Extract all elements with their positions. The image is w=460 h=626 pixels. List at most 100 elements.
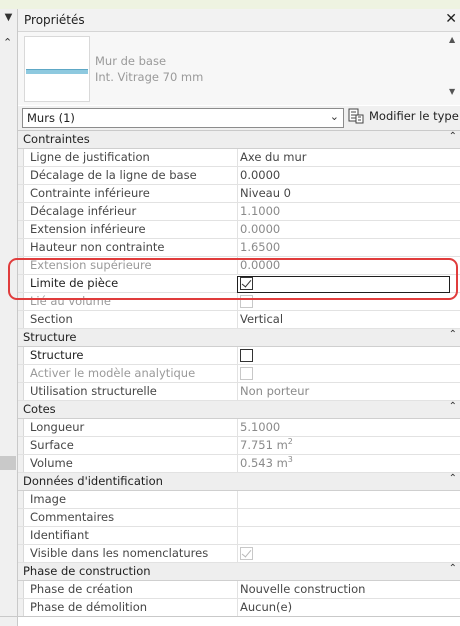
volume-value: 0.543 m [240,456,288,470]
group-title: Cotes [23,402,56,416]
structural-checkbox[interactable] [240,349,253,362]
edit-type-button[interactable]: Modifier le type [348,107,459,127]
property-row: Identifiant [18,527,460,545]
analytical-model-checkbox [240,367,253,380]
unit-exponent: 2 [287,437,293,446]
property-name: Section [30,312,73,326]
scroll-down-icon[interactable]: ▼ [449,87,455,96]
property-name: Structure [30,348,84,362]
property-name: Ligne de justification [30,150,150,164]
property-name: Commentaires [30,510,115,524]
property-value[interactable]: Vertical [240,312,283,326]
schedule-visible-checkbox [240,547,253,560]
edit-type-label: Modifier le type [369,109,459,123]
property-name: Activer le modèle analytique [30,366,196,380]
instance-filter-value: Murs (1) [27,111,75,125]
highlight-annotation [8,258,458,300]
property-row: Activer le modèle analytique [18,365,460,383]
bottom-divider [0,616,460,617]
property-name: Décalage inférieur [30,204,137,218]
property-row: Extension inférieure 0.0000 [18,221,460,239]
property-row: Commentaires [18,509,460,527]
left-toolbar: ▼ ⌃ [0,9,18,626]
property-value[interactable]: 0.0000 [240,222,280,236]
close-icon[interactable]: ✕ [445,11,457,27]
property-row: Surface 7.751 m2 [18,437,460,455]
type-family: Mur de base [95,54,167,68]
group-title: Données d'identification [23,474,163,488]
panel-titlebar: Propriétés ✕ [18,9,460,32]
type-type: Int. Vitrage 70 mm [95,70,204,84]
property-row: Volume 0.543 m3 [18,455,460,473]
edit-type-icon [348,108,364,124]
instance-filter-dropdown[interactable]: Murs (1) ⌄ [22,108,344,128]
property-row: Phase de création Nouvelle construction [18,581,460,599]
scroll-thumb[interactable] [0,456,16,470]
scroll-up-icon[interactable]: ▲ [449,35,455,44]
property-name: Identifiant [30,528,89,542]
type-name: Mur de base Int. Vitrage 70 mm [95,53,203,85]
property-name: Hauteur non contrainte [30,240,165,254]
group-header-phase[interactable]: Phase de construction ⌃ [18,563,460,581]
property-name: Image [30,492,67,506]
property-value[interactable]: 1.6500 [240,240,280,254]
panel-title: Propriétés [24,13,85,27]
property-name: Phase de démolition [30,600,148,614]
area-value: 7.751 m [240,438,288,452]
property-row: Décalage de la ligne de base 0.0000 [18,167,460,185]
property-value[interactable]: Nouvelle construction [240,582,365,596]
group-header-cotes[interactable]: Cotes ⌃ [18,401,460,419]
type-preview-image [24,36,90,102]
property-value: 7.751 m2 [240,437,293,453]
group-header-structure[interactable]: Structure ⌃ [18,329,460,347]
property-row: Phase de démolition Aucun(e) [18,599,460,617]
top-strip [0,0,460,9]
property-value[interactable]: 1.1000 [240,204,280,218]
collapse-group-icon[interactable]: ⌃ [449,131,457,142]
property-name: Longueur [30,420,85,434]
property-name: Contrainte inférieure [30,186,150,200]
type-selector[interactable]: Mur de base Int. Vitrage 70 mm ▲ ▼ [18,32,460,105]
property-row: Décalage inférieur 1.1000 [18,203,460,221]
collapse-group-icon[interactable]: ⌃ [449,563,457,574]
properties-panel: Propriétés ✕ Mur de base Int. Vitrage 70… [18,9,460,626]
property-name: Volume [30,456,73,470]
property-value[interactable]: 0.0000 [240,168,280,182]
property-name: Phase de création [30,582,133,596]
property-value[interactable]: Aucun(e) [240,600,292,614]
property-row: Image [18,491,460,509]
property-row: Visible dans les nomenclatures [18,545,460,563]
group-title: Contraintes [23,132,90,146]
collapse-icon[interactable]: ⌃ [3,36,12,49]
property-value: Non porteur [240,384,310,398]
property-value[interactable]: Niveau 0 [240,186,291,200]
group-header-contraintes[interactable]: Contraintes ⌃ [18,131,460,149]
selection-row: Murs (1) ⌄ Modifier le type [18,106,460,130]
chevron-down-icon[interactable]: ⌄ [330,110,339,123]
filter-icon[interactable]: ▼ [3,11,14,25]
property-row: Section Vertical [18,311,460,329]
property-row: Contrainte inférieure Niveau 0 [18,185,460,203]
property-row: Longueur 5.1000 [18,419,460,437]
property-row: Structure [18,347,460,365]
group-header-identification[interactable]: Données d'identification ⌃ [18,473,460,491]
group-title: Phase de construction [23,564,151,578]
property-value[interactable]: Axe du mur [240,150,307,164]
wall-preview-icon [26,69,88,74]
property-name: Décalage de la ligne de base [30,168,197,182]
property-value: 0.543 m3 [240,456,293,471]
property-row: Utilisation structurelle Non porteur [18,383,460,401]
properties-grid: Contraintes ⌃ Ligne de justification Axe … [18,130,460,617]
type-scroll[interactable]: ▲ ▼ [449,35,459,99]
group-title: Structure [23,330,77,344]
collapse-group-icon[interactable]: ⌃ [449,473,457,484]
property-name: Extension inférieure [30,222,146,236]
property-row: Hauteur non contrainte 1.6500 [18,239,460,257]
property-value: 5.1000 [240,420,281,434]
collapse-group-icon[interactable]: ⌃ [449,329,457,340]
property-name: Utilisation structurelle [30,384,157,398]
property-name: Visible dans les nomenclatures [30,546,209,560]
collapse-group-icon[interactable]: ⌃ [449,401,457,412]
property-name: Surface [30,438,74,452]
property-row: Ligne de justification Axe du mur [18,149,460,167]
